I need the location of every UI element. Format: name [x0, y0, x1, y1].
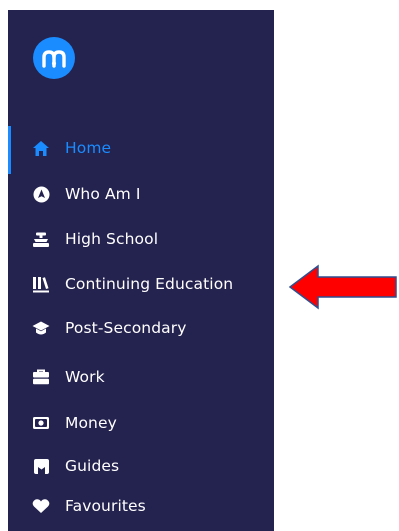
briefcase-icon — [32, 368, 50, 386]
sidebar-item-label: Post-Secondary — [65, 319, 187, 337]
home-icon — [32, 139, 50, 157]
sidebar-item-home[interactable]: Home — [32, 135, 111, 161]
bookmark-icon — [32, 457, 50, 475]
left-arrow-icon — [288, 264, 397, 310]
sidebar-item-label: Home — [65, 139, 112, 157]
sidebar-item-label: Money — [65, 414, 117, 432]
sidebar-item-label: Who Am I — [65, 185, 141, 203]
sidebar-item-label: Guides — [65, 457, 120, 475]
sidebar-item-post-secondary[interactable]: Post-Secondary — [32, 315, 187, 341]
sidebar-item-label: Continuing Education — [65, 275, 234, 293]
sidebar-item-label: High School — [65, 230, 159, 248]
sidebar-item-money[interactable]: Money — [32, 410, 117, 436]
sidebar-item-label: Work — [65, 368, 105, 386]
heart-icon — [32, 497, 50, 515]
page: Home Who Am I High School Continuing Edu… — [0, 0, 399, 531]
sidebar-item-guides[interactable]: Guides — [32, 453, 119, 479]
sidebar-item-work[interactable]: Work — [32, 364, 105, 390]
graduation-cap-icon — [32, 319, 50, 337]
library-icon — [32, 275, 50, 293]
sidebar: Home Who Am I High School Continuing Edu… — [8, 10, 274, 531]
compass-icon — [32, 185, 50, 203]
sidebar-item-continuing-education[interactable]: Continuing Education — [32, 271, 233, 297]
sidebar-item-high-school[interactable]: High School — [32, 226, 158, 252]
school-icon — [32, 230, 50, 248]
sidebar-item-favourites[interactable]: Favourites — [32, 493, 146, 519]
sidebar-item-label: Favourites — [65, 497, 146, 515]
money-icon — [32, 414, 50, 432]
m-logo-icon[interactable] — [33, 37, 75, 79]
sidebar-item-who-am-i[interactable]: Who Am I — [32, 181, 141, 207]
active-indicator — [8, 126, 11, 174]
